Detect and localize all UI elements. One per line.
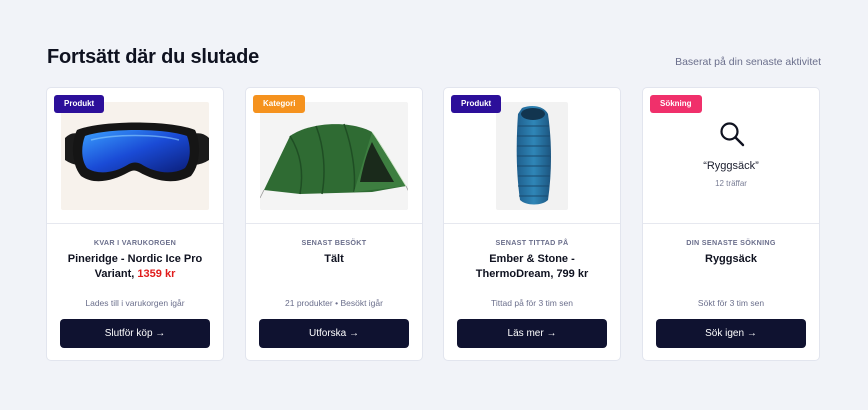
category-image-tent[interactable] xyxy=(260,102,408,210)
section-title: Fortsätt där du slutade xyxy=(47,46,260,68)
card-media[interactable]: Kategori xyxy=(246,88,422,224)
section-subtitle: Baserat på din senaste aktivitet xyxy=(675,56,821,68)
card-media[interactable]: Sökning “Ryggsäck” 12 träffar xyxy=(643,88,819,224)
complete-purchase-button[interactable]: Slutför köp → xyxy=(60,319,210,348)
card-eyebrow: SENAST TITTAD PÅ xyxy=(495,238,569,247)
card-meta: Lades till i varukorgen igår xyxy=(85,298,185,308)
recent-card-cart[interactable]: Produkt KVAR I VARUKORGEN Pineridge - No… xyxy=(46,87,224,361)
read-more-button[interactable]: Läs mer → xyxy=(457,319,607,348)
tent-image xyxy=(260,123,408,199)
sleeping-bag-image xyxy=(516,106,551,205)
card-media[interactable]: Produkt xyxy=(47,88,223,224)
badge-category: Kategori xyxy=(253,95,306,113)
section-header: Fortsätt där du slutade Baserat på din s… xyxy=(47,44,821,72)
ski-goggles-image xyxy=(65,122,209,182)
card-meta: 21 produkter • Besökt igår xyxy=(285,298,383,308)
card-meta: Tittad på för 3 tim sen xyxy=(491,298,573,308)
recent-card-category[interactable]: Kategori SENAST BESÖKT Tält 21 produkter… xyxy=(245,87,423,361)
badge-product: Produkt xyxy=(54,95,105,113)
recent-card-viewed[interactable]: Produkt SENAST TITTAD PÅ Ember & Stone -… xyxy=(443,87,621,361)
search-icon xyxy=(720,122,745,147)
search-query: “Ryggsäck” xyxy=(703,160,759,172)
badge-search: Sökning xyxy=(650,95,702,113)
card-eyebrow: SENAST BESÖKT xyxy=(301,238,367,247)
explore-button[interactable]: Utforska → xyxy=(259,319,409,348)
product-title: Pineridge - Nordic Ice Pro Variant, xyxy=(67,253,203,280)
product-name[interactable]: Pineridge - Nordic Ice Pro Variant, 1359… xyxy=(57,252,213,282)
product-image-sleeping-bag[interactable] xyxy=(496,102,568,210)
card-media[interactable]: Produkt xyxy=(444,88,620,224)
product-name[interactable]: Ember & Stone - ThermoDream, 799 kr xyxy=(454,252,610,282)
badge-product: Produkt xyxy=(451,95,502,113)
card-eyebrow: DIN SENASTE SÖKNING xyxy=(686,238,776,247)
search-result-count: 12 träffar xyxy=(715,179,747,188)
product-price: 1359 kr xyxy=(137,268,176,280)
card-meta: Sökt för 3 tim sen xyxy=(697,298,765,308)
search-again-button[interactable]: Sök igen → xyxy=(656,319,806,348)
recent-card-search[interactable]: Sökning “Ryggsäck” 12 träffar DIN SENAST… xyxy=(642,87,820,361)
product-image-goggles[interactable] xyxy=(61,102,209,210)
category-name[interactable]: Tält xyxy=(256,252,412,267)
search-term[interactable]: Ryggsäck xyxy=(653,252,809,267)
card-eyebrow: KVAR I VARUKORGEN xyxy=(93,238,177,247)
